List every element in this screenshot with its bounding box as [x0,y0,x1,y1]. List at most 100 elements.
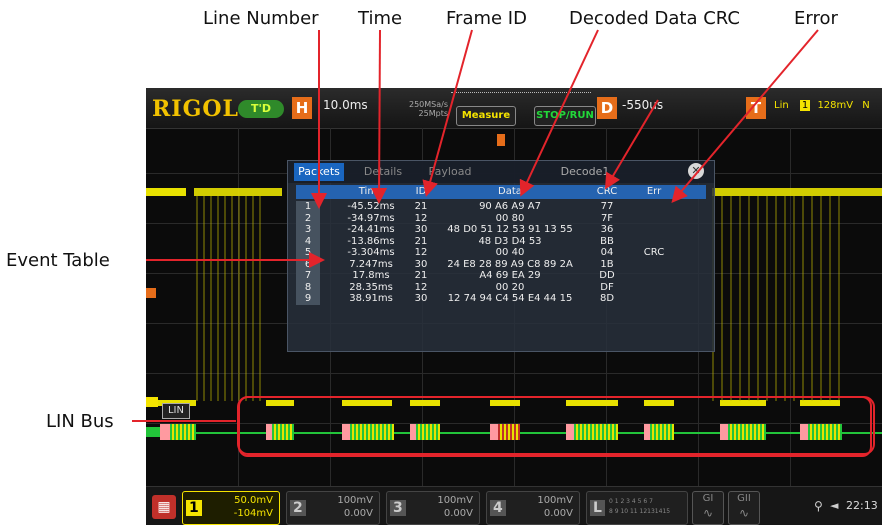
ch3-button[interactable]: 3 100mV 0.00V [386,491,480,525]
cell-time: 7.247ms [349,258,393,270]
cell-id: 30 [414,293,428,304]
cell-id: 30 [414,258,428,270]
annotation-error: Error [794,8,838,29]
cell-data: A4 69 EA 29 [479,270,541,281]
ch1-button[interactable]: 1 50.0mV -104mV [182,491,280,525]
table-row[interactable]: 5 -3.304ms 12 00 40 04 CRC [296,247,706,259]
trigger-slope: N [862,100,870,111]
ch2-values: 100mV 0.00V [307,494,373,520]
ch4-button[interactable]: 4 100mV 0.00V [486,491,580,525]
cell-data: 48 D3 D4 53 [478,235,542,247]
annotation-time: Time [358,8,403,29]
table-row[interactable]: 1 -45.52ms 21 90 A6 A9 A7 77 [296,201,706,213]
cell-id: 21 [414,270,428,281]
ch1-offset-marker[interactable] [146,397,158,407]
sine-wave-icon: ∿ [702,506,714,520]
cell-data: 12 74 94 C4 54 E4 44 15 [447,293,573,304]
cell-data: 48 D0 51 12 53 91 13 55 [447,224,573,235]
cell-crc: DD [599,270,615,281]
stop-run-button[interactable]: STOP/RUN [534,106,596,126]
trigger-status-badge: T'D [238,100,284,118]
cell-line-number: 8 [304,281,312,293]
cell-id: 12 [414,212,428,224]
cell-crc: 1B [600,258,614,270]
ch1-scale: 50.0mV [234,495,273,506]
clock-text: 22:13 [846,499,878,512]
trigger-level-marker[interactable] [146,288,156,298]
cell-data: 90 A6 A9 A7 [479,201,541,212]
logic-analyzer-button[interactable]: L 0 1 2 3 4 5 6 7 8 9 10 11 12131415 [586,491,688,525]
ch4-offset: 0.00V [543,508,573,519]
speaker-icon[interactable]: ◄ [830,499,838,512]
lin-bus-highlight [238,396,872,457]
horizontal-label[interactable]: H [292,97,312,119]
cell-line-number: 6 [304,258,312,270]
tab-payload[interactable]: Payload [420,163,480,181]
tab-decode1[interactable]: Decode1 [550,163,620,181]
cell-data: 24 E8 28 89 A9 C8 89 2A [447,258,573,270]
ch2-button[interactable]: 2 100mV 0.00V [286,491,380,525]
col-crc-header: CRC [596,186,618,197]
ch4-scale: 100mV [537,495,573,506]
delay-label[interactable]: D [597,97,617,119]
scope-screen: RIGOL T'D H 10.0ms 250MSa/s 25Mpts Measu… [146,88,882,525]
ch4-number: 4 [490,500,506,516]
usb-icon: ⚲ [814,499,823,513]
event-table: Packets Details Payload Decode1 ✕ Time I… [287,160,715,352]
generator-1-label: GI [702,493,714,504]
col-data-header: Data [498,186,522,197]
event-table-tabs: Packets Details Payload Decode1 ✕ [288,161,714,183]
cell-id: 21 [414,235,428,247]
trigger-source: 1 [799,100,811,111]
col-err-header: Err [646,186,662,197]
logic-bits-high: 8 9 10 11 12131415 [609,508,671,515]
trigger-position-marker[interactable] [497,134,505,146]
delay-value[interactable]: -550us [622,98,663,112]
ch4-values: 100mV 0.00V [507,494,573,520]
col-time-header: Time [358,186,384,197]
trigger-label[interactable]: T [746,97,766,119]
cell-id: 12 [414,247,428,258]
table-row[interactable]: 9 38.91ms 30 12 74 94 C4 54 E4 44 15 8D [296,293,706,305]
close-icon[interactable]: ✕ [688,163,704,179]
table-row[interactable]: 7 17.8ms 21 A4 69 EA 29 DD [296,270,706,282]
ch3-offset: 0.00V [443,508,473,519]
cell-line-number: 3 [304,224,312,235]
cell-err: CRC [643,247,665,258]
tab-details[interactable]: Details [358,163,408,181]
annotation-event-table: Event Table [6,250,110,271]
cell-time: -24.41ms [347,224,395,235]
table-row[interactable]: 4 -13.86ms 21 48 D3 D4 53 BB [296,235,706,248]
trigger-level: 128mV [817,100,854,111]
table-row[interactable]: 6 7.247ms 30 24 E8 28 89 A9 C8 89 2A 1B [296,258,706,271]
cell-id: 21 [414,201,428,212]
measure-button[interactable]: Measure [456,106,516,126]
logic-bits: 0 1 2 3 4 5 6 7 8 9 10 11 12131415 [609,497,670,517]
timebase-value[interactable]: 10.0ms [323,98,368,112]
cell-line-number: 4 [304,235,312,247]
trigger-info[interactable]: Lin 1 128mV N [774,100,870,111]
tab-packets[interactable]: Packets [294,163,344,181]
generator-2-button[interactable]: GII ∿ [728,491,760,525]
cell-time: -45.52ms [347,201,395,212]
menu-button[interactable]: ▦ [152,495,176,519]
cell-crc: DF [600,281,614,293]
rigol-logo: RIGOL [152,96,239,122]
annotation-line-number: Line Number [203,8,319,29]
ch2-offset: 0.00V [343,508,373,519]
lin-bus-label: LIN [162,403,190,419]
cell-data: 00 20 [495,281,525,293]
memory-depth: 25Mpts [418,109,448,118]
ch3-values: 100mV 0.00V [407,494,473,520]
sample-rate-text: 250MSa/s 25Mpts [378,100,448,118]
annotation-lin-bus: LIN Bus [46,411,114,432]
table-row[interactable]: 8 28.35ms 12 00 20 DF [296,281,706,294]
table-header: Time ID Data CRC Err [296,185,706,199]
cell-crc: 36 [600,224,614,235]
table-row[interactable]: 2 -34.97ms 12 00 80 7F [296,212,706,225]
ch1-values: 50.0mV -104mV [203,494,273,520]
cell-time: 38.91ms [349,293,393,304]
table-row[interactable]: 3 -24.41ms 30 48 D0 51 12 53 91 13 55 36 [296,224,706,236]
ch3-scale: 100mV [437,495,473,506]
generator-1-button[interactable]: GI ∿ [692,491,724,525]
